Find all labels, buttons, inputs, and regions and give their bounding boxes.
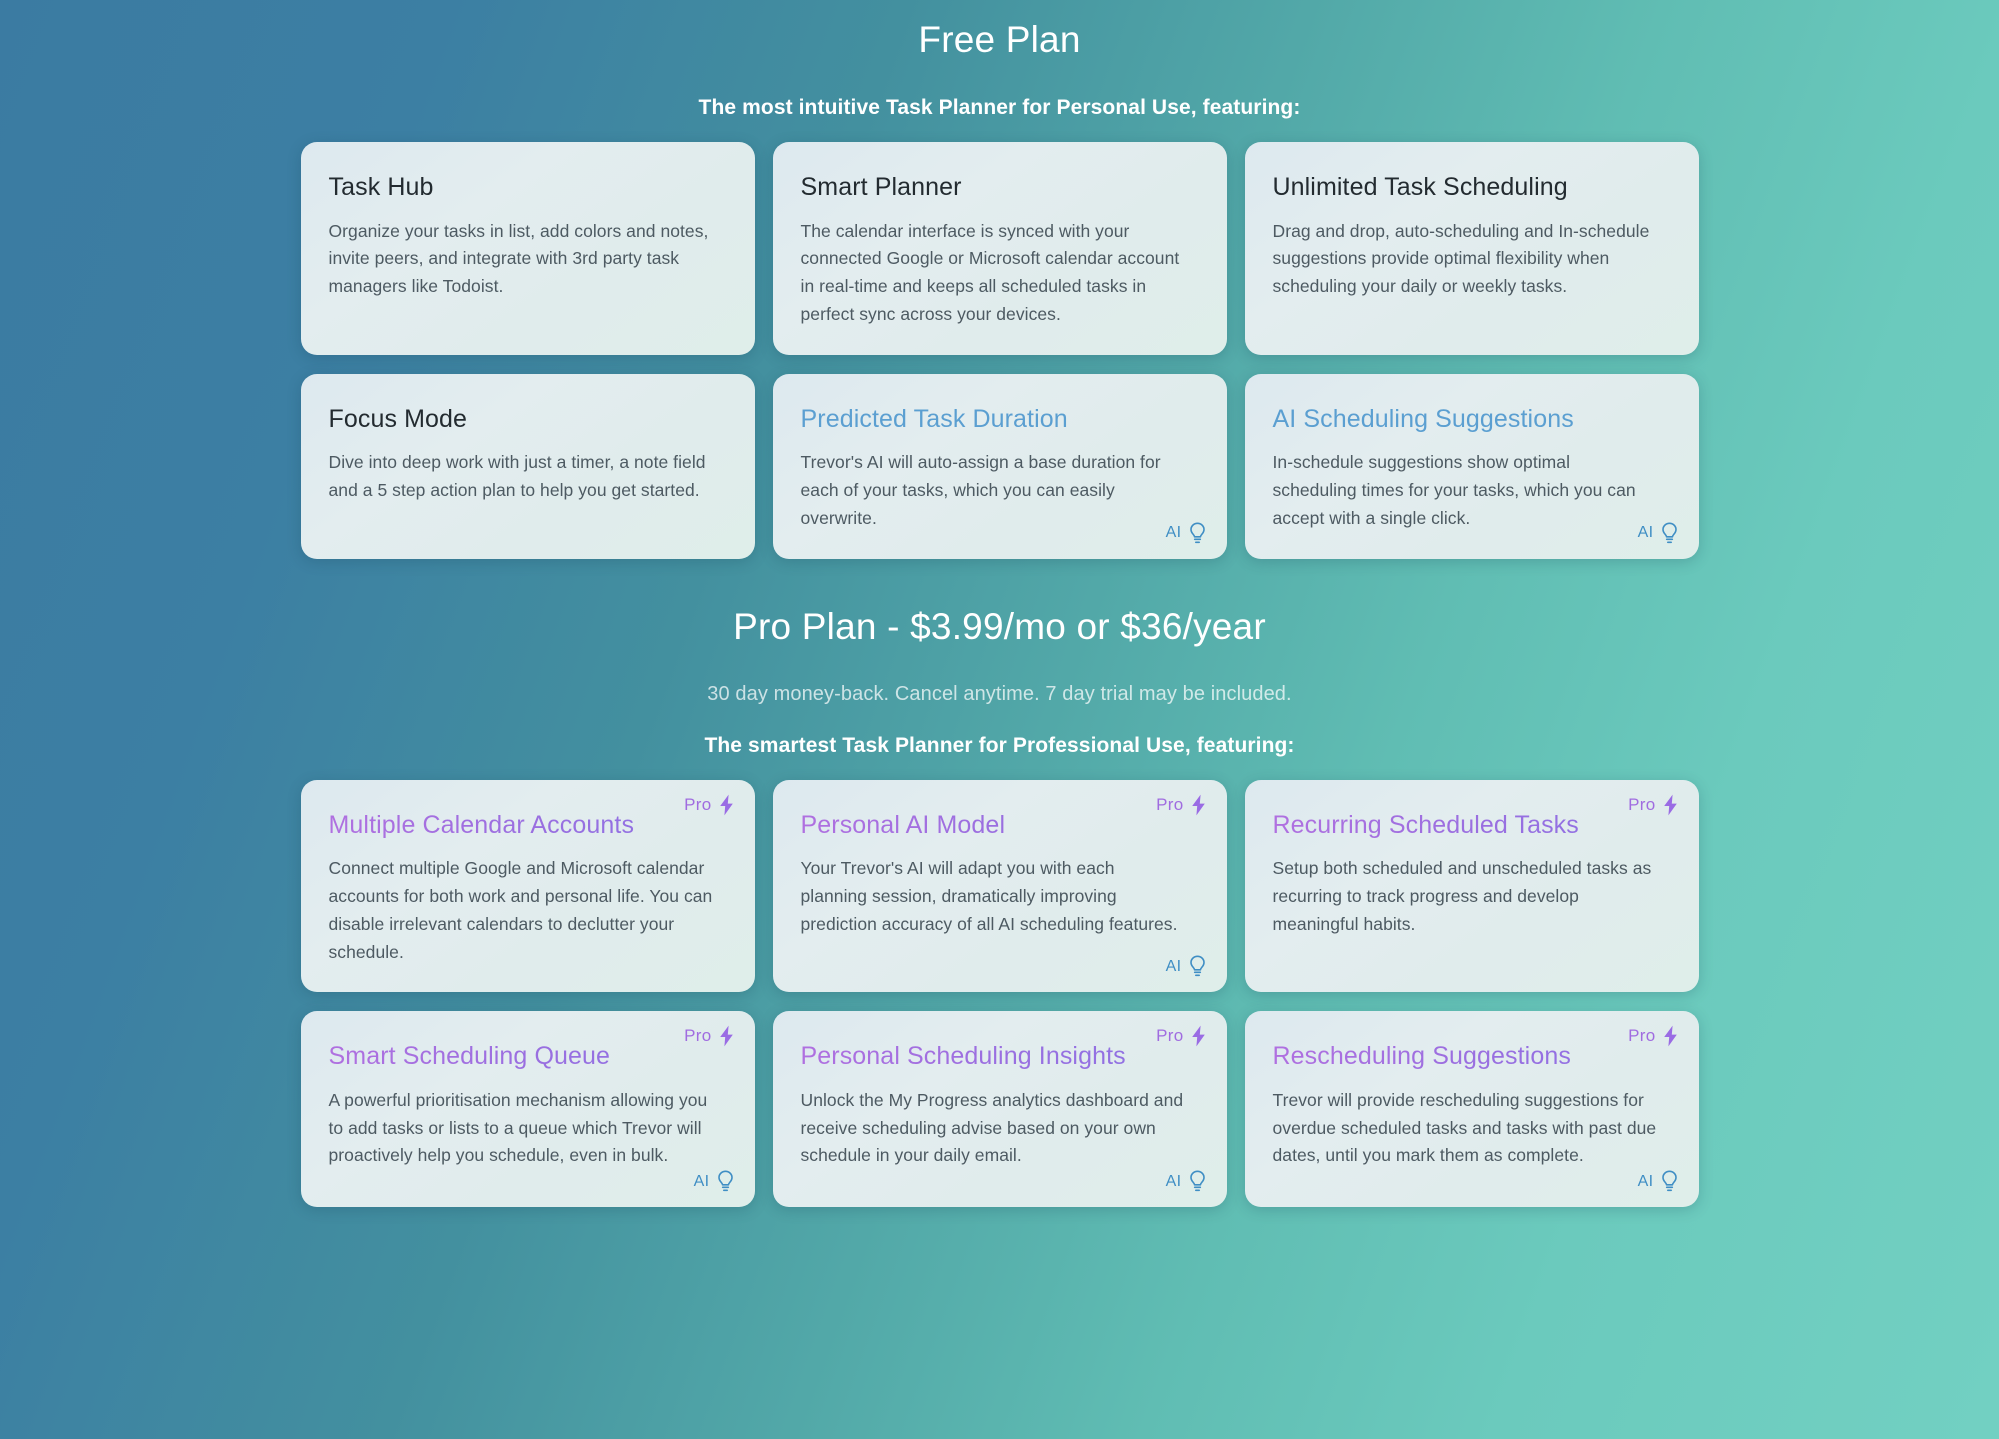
feature-card-title: Rescheduling Suggestions xyxy=(1273,1041,1671,1072)
ai-badge-label: AI xyxy=(1165,1172,1182,1190)
lightning-bolt-icon xyxy=(1662,794,1679,816)
lightbulb-icon xyxy=(716,1170,735,1193)
pro-badge-label: Pro xyxy=(684,1026,712,1046)
pro-badge-label: Pro xyxy=(684,794,712,814)
pro-badge: Pro xyxy=(1628,1025,1678,1047)
lightbulb-icon xyxy=(1660,1170,1679,1193)
feature-card[interactable]: Task Hub Organize your tasks in list, ad… xyxy=(300,142,755,355)
pro-badge: Pro xyxy=(684,1025,734,1047)
feature-card-description: Connect multiple Google and Microsoft ca… xyxy=(328,858,713,962)
lightning-bolt-icon xyxy=(718,1025,735,1047)
feature-card-title: Task Hub xyxy=(328,173,434,202)
feature-card-title: Smart Planner xyxy=(800,173,962,202)
feature-card[interactable]: Pro Personal Scheduling Insights Unlock … xyxy=(772,1011,1227,1208)
ai-badge: AI xyxy=(694,1170,735,1193)
pricing-page: Free Plan The most intuitive Task Planne… xyxy=(0,0,1999,1439)
feature-card[interactable]: Pro Rescheduling Suggestions Trevor will… xyxy=(1244,1011,1699,1208)
lightning-bolt-icon xyxy=(718,794,735,816)
feature-card-description: Drag and drop, auto-scheduling and In-sc… xyxy=(1272,220,1650,297)
pro-badge-label: Pro xyxy=(1628,794,1656,814)
feature-card-description: Trevor will provide rescheduling suggest… xyxy=(1272,1089,1657,1166)
ai-badge: AI xyxy=(1166,955,1207,978)
feature-card-title: Recurring Scheduled Tasks xyxy=(1273,810,1671,841)
feature-card[interactable]: Pro Personal AI Model Your Trevor's AI w… xyxy=(772,779,1227,993)
ai-badge-label: AI xyxy=(1165,957,1182,975)
pro-badge-label: Pro xyxy=(1156,794,1184,814)
feature-card-title: Unlimited Task Scheduling xyxy=(1272,173,1568,202)
pro-plan-subtitle: The smartest Task Planner for Profession… xyxy=(704,733,1295,757)
ai-badge-label: AI xyxy=(1165,524,1182,542)
feature-card-title: Personal AI Model xyxy=(801,810,1199,841)
feature-card-title: AI Scheduling Suggestions xyxy=(1272,404,1574,433)
feature-card[interactable]: Pro Smart Scheduling Queue A powerful pr… xyxy=(300,1011,755,1208)
lightbulb-icon xyxy=(1188,955,1207,978)
free-plan-title: Free Plan xyxy=(918,19,1081,60)
feature-card-title: Focus Mode xyxy=(328,404,468,433)
pro-plan-note: 30 day money-back. Cancel anytime. 7 day… xyxy=(707,682,1292,705)
free-plan-card-grid: Task Hub Organize your tasks in list, ad… xyxy=(300,142,1699,559)
pro-plan-card-grid: Pro Multiple Calendar Accounts Connect m… xyxy=(300,779,1699,1208)
feature-card[interactable]: Predicted Task Duration Trevor's AI will… xyxy=(772,373,1227,559)
pro-badge-label: Pro xyxy=(1156,1026,1184,1046)
feature-card-description: Dive into deep work with just a timer, a… xyxy=(328,452,706,500)
ai-badge: AI xyxy=(1638,522,1679,545)
lightning-bolt-icon xyxy=(1190,794,1207,816)
ai-badge-label: AI xyxy=(1637,524,1654,542)
pro-badge: Pro xyxy=(1156,794,1206,816)
feature-card-description: Unlock the My Progress analytics dashboa… xyxy=(800,1089,1184,1166)
feature-card-description: The calendar interface is synced with yo… xyxy=(800,220,1180,325)
feature-card-description: Organize your tasks in list, add colors … xyxy=(328,220,709,297)
feature-card[interactable]: Pro Multiple Calendar Accounts Connect m… xyxy=(300,779,755,993)
feature-card-title: Multiple Calendar Accounts xyxy=(329,810,727,841)
feature-card-title: Smart Scheduling Queue xyxy=(329,1041,727,1072)
feature-card-description: A powerful prioritisation mechanism allo… xyxy=(328,1089,708,1166)
feature-card-description: Trevor's AI will auto-assign a base dura… xyxy=(800,452,1161,528)
feature-card-description: Your Trevor's AI will adapt you with eac… xyxy=(800,858,1178,934)
ai-badge: AI xyxy=(1166,522,1207,545)
ai-badge-label: AI xyxy=(1637,1172,1654,1190)
lightning-bolt-icon xyxy=(1190,1025,1207,1047)
feature-card[interactable]: Pro Recurring Scheduled Tasks Setup both… xyxy=(1244,779,1699,993)
ai-badge-label: AI xyxy=(693,1172,710,1190)
free-plan-subtitle: The most intuitive Task Planner for Pers… xyxy=(698,96,1301,120)
lightbulb-icon xyxy=(1188,522,1207,545)
lightbulb-icon xyxy=(1660,522,1679,545)
feature-card-description: In-schedule suggestions show optimal sch… xyxy=(1272,452,1636,528)
pro-badge-label: Pro xyxy=(1628,1026,1656,1046)
pro-plan-title: Pro Plan - $3.99/mo or $36/year xyxy=(733,605,1266,647)
feature-card[interactable]: AI Scheduling Suggestions In-schedule su… xyxy=(1244,373,1699,559)
pro-badge: Pro xyxy=(1628,794,1678,816)
ai-badge: AI xyxy=(1166,1170,1207,1193)
lightning-bolt-icon xyxy=(1662,1025,1679,1047)
pro-badge: Pro xyxy=(1156,1025,1206,1047)
feature-card[interactable]: Focus Mode Dive into deep work with just… xyxy=(300,373,755,559)
feature-card-title: Personal Scheduling Insights xyxy=(801,1041,1199,1072)
feature-card-title: Predicted Task Duration xyxy=(800,404,1068,433)
lightbulb-icon xyxy=(1188,1170,1207,1193)
feature-card[interactable]: Smart Planner The calendar interface is … xyxy=(772,142,1227,355)
ai-badge: AI xyxy=(1638,1170,1679,1193)
feature-card-description: Setup both scheduled and unscheduled tas… xyxy=(1272,858,1652,934)
feature-card[interactable]: Unlimited Task Scheduling Drag and drop,… xyxy=(1244,142,1699,355)
pro-badge: Pro xyxy=(684,794,734,816)
